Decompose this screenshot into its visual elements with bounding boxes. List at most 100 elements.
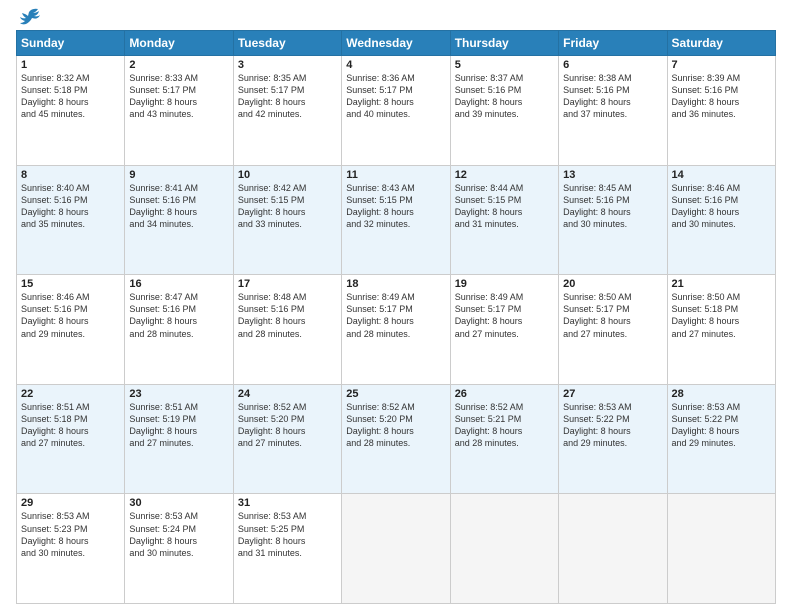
cell-info: Sunrise: 8:49 AMSunset: 5:17 PMDaylight:… [455,291,554,340]
day-number: 24 [238,388,337,400]
table-row: 7Sunrise: 8:39 AMSunset: 5:16 PMDaylight… [667,56,775,166]
calendar-table: Sunday Monday Tuesday Wednesday Thursday… [16,30,776,604]
day-number: 6 [563,59,662,71]
logo-bird-icon [18,8,40,26]
day-number: 27 [563,388,662,400]
day-number: 11 [346,169,445,181]
table-row: 22Sunrise: 8:51 AMSunset: 5:18 PMDayligh… [17,384,125,494]
day-number: 8 [21,169,120,181]
day-number: 28 [672,388,771,400]
table-row: 30Sunrise: 8:53 AMSunset: 5:24 PMDayligh… [125,494,233,604]
cell-info: Sunrise: 8:53 AMSunset: 5:25 PMDaylight:… [238,510,337,559]
cell-info: Sunrise: 8:37 AMSunset: 5:16 PMDaylight:… [455,72,554,121]
col-thursday: Thursday [450,31,558,56]
logo [16,12,40,22]
table-row: 26Sunrise: 8:52 AMSunset: 5:21 PMDayligh… [450,384,558,494]
day-number: 20 [563,278,662,290]
day-number: 2 [129,59,228,71]
day-number: 9 [129,169,228,181]
day-number: 17 [238,278,337,290]
day-number: 29 [21,497,120,509]
table-row: 19Sunrise: 8:49 AMSunset: 5:17 PMDayligh… [450,275,558,385]
col-tuesday: Tuesday [233,31,341,56]
table-row: 9Sunrise: 8:41 AMSunset: 5:16 PMDaylight… [125,165,233,275]
cell-info: Sunrise: 8:33 AMSunset: 5:17 PMDaylight:… [129,72,228,121]
cell-info: Sunrise: 8:46 AMSunset: 5:16 PMDaylight:… [672,182,771,231]
cell-info: Sunrise: 8:53 AMSunset: 5:24 PMDaylight:… [129,510,228,559]
day-number: 15 [21,278,120,290]
day-number: 1 [21,59,120,71]
cell-info: Sunrise: 8:52 AMSunset: 5:20 PMDaylight:… [238,401,337,450]
day-number: 30 [129,497,228,509]
cell-info: Sunrise: 8:36 AMSunset: 5:17 PMDaylight:… [346,72,445,121]
cell-info: Sunrise: 8:49 AMSunset: 5:17 PMDaylight:… [346,291,445,340]
col-friday: Friday [559,31,667,56]
table-row [667,494,775,604]
table-row: 4Sunrise: 8:36 AMSunset: 5:17 PMDaylight… [342,56,450,166]
table-row: 15Sunrise: 8:46 AMSunset: 5:16 PMDayligh… [17,275,125,385]
table-row: 21Sunrise: 8:50 AMSunset: 5:18 PMDayligh… [667,275,775,385]
table-row: 27Sunrise: 8:53 AMSunset: 5:22 PMDayligh… [559,384,667,494]
day-number: 25 [346,388,445,400]
day-number: 14 [672,169,771,181]
cell-info: Sunrise: 8:35 AMSunset: 5:17 PMDaylight:… [238,72,337,121]
day-number: 4 [346,59,445,71]
cell-info: Sunrise: 8:53 AMSunset: 5:22 PMDaylight:… [672,401,771,450]
table-row: 20Sunrise: 8:50 AMSunset: 5:17 PMDayligh… [559,275,667,385]
table-row: 2Sunrise: 8:33 AMSunset: 5:17 PMDaylight… [125,56,233,166]
table-row [450,494,558,604]
cell-info: Sunrise: 8:40 AMSunset: 5:16 PMDaylight:… [21,182,120,231]
table-row: 17Sunrise: 8:48 AMSunset: 5:16 PMDayligh… [233,275,341,385]
day-number: 26 [455,388,554,400]
day-number: 3 [238,59,337,71]
table-row: 28Sunrise: 8:53 AMSunset: 5:22 PMDayligh… [667,384,775,494]
cell-info: Sunrise: 8:51 AMSunset: 5:18 PMDaylight:… [21,401,120,450]
table-row: 1Sunrise: 8:32 AMSunset: 5:18 PMDaylight… [17,56,125,166]
table-row: 5Sunrise: 8:37 AMSunset: 5:16 PMDaylight… [450,56,558,166]
day-number: 18 [346,278,445,290]
table-row: 23Sunrise: 8:51 AMSunset: 5:19 PMDayligh… [125,384,233,494]
cell-info: Sunrise: 8:52 AMSunset: 5:21 PMDaylight:… [455,401,554,450]
cell-info: Sunrise: 8:50 AMSunset: 5:18 PMDaylight:… [672,291,771,340]
cell-info: Sunrise: 8:42 AMSunset: 5:15 PMDaylight:… [238,182,337,231]
table-row: 12Sunrise: 8:44 AMSunset: 5:15 PMDayligh… [450,165,558,275]
col-monday: Monday [125,31,233,56]
day-number: 5 [455,59,554,71]
table-row: 14Sunrise: 8:46 AMSunset: 5:16 PMDayligh… [667,165,775,275]
cell-info: Sunrise: 8:50 AMSunset: 5:17 PMDaylight:… [563,291,662,340]
cell-info: Sunrise: 8:53 AMSunset: 5:22 PMDaylight:… [563,401,662,450]
day-number: 16 [129,278,228,290]
table-row: 16Sunrise: 8:47 AMSunset: 5:16 PMDayligh… [125,275,233,385]
table-row: 29Sunrise: 8:53 AMSunset: 5:23 PMDayligh… [17,494,125,604]
day-number: 21 [672,278,771,290]
cell-info: Sunrise: 8:44 AMSunset: 5:15 PMDaylight:… [455,182,554,231]
cell-info: Sunrise: 8:43 AMSunset: 5:15 PMDaylight:… [346,182,445,231]
cell-info: Sunrise: 8:46 AMSunset: 5:16 PMDaylight:… [21,291,120,340]
cell-info: Sunrise: 8:48 AMSunset: 5:16 PMDaylight:… [238,291,337,340]
cell-info: Sunrise: 8:47 AMSunset: 5:16 PMDaylight:… [129,291,228,340]
day-number: 19 [455,278,554,290]
col-saturday: Saturday [667,31,775,56]
day-number: 23 [129,388,228,400]
cell-info: Sunrise: 8:53 AMSunset: 5:23 PMDaylight:… [21,510,120,559]
cell-info: Sunrise: 8:41 AMSunset: 5:16 PMDaylight:… [129,182,228,231]
day-number: 10 [238,169,337,181]
cell-info: Sunrise: 8:32 AMSunset: 5:18 PMDaylight:… [21,72,120,121]
table-row: 24Sunrise: 8:52 AMSunset: 5:20 PMDayligh… [233,384,341,494]
table-row: 8Sunrise: 8:40 AMSunset: 5:16 PMDaylight… [17,165,125,275]
table-row: 18Sunrise: 8:49 AMSunset: 5:17 PMDayligh… [342,275,450,385]
cell-info: Sunrise: 8:51 AMSunset: 5:19 PMDaylight:… [129,401,228,450]
table-row: 6Sunrise: 8:38 AMSunset: 5:16 PMDaylight… [559,56,667,166]
cell-info: Sunrise: 8:45 AMSunset: 5:16 PMDaylight:… [563,182,662,231]
page: Sunday Monday Tuesday Wednesday Thursday… [0,0,792,612]
cell-info: Sunrise: 8:39 AMSunset: 5:16 PMDaylight:… [672,72,771,121]
col-sunday: Sunday [17,31,125,56]
header [16,12,776,22]
table-row: 3Sunrise: 8:35 AMSunset: 5:17 PMDaylight… [233,56,341,166]
table-row: 25Sunrise: 8:52 AMSunset: 5:20 PMDayligh… [342,384,450,494]
table-row: 11Sunrise: 8:43 AMSunset: 5:15 PMDayligh… [342,165,450,275]
table-row [559,494,667,604]
day-number: 22 [21,388,120,400]
table-row [342,494,450,604]
day-number: 7 [672,59,771,71]
